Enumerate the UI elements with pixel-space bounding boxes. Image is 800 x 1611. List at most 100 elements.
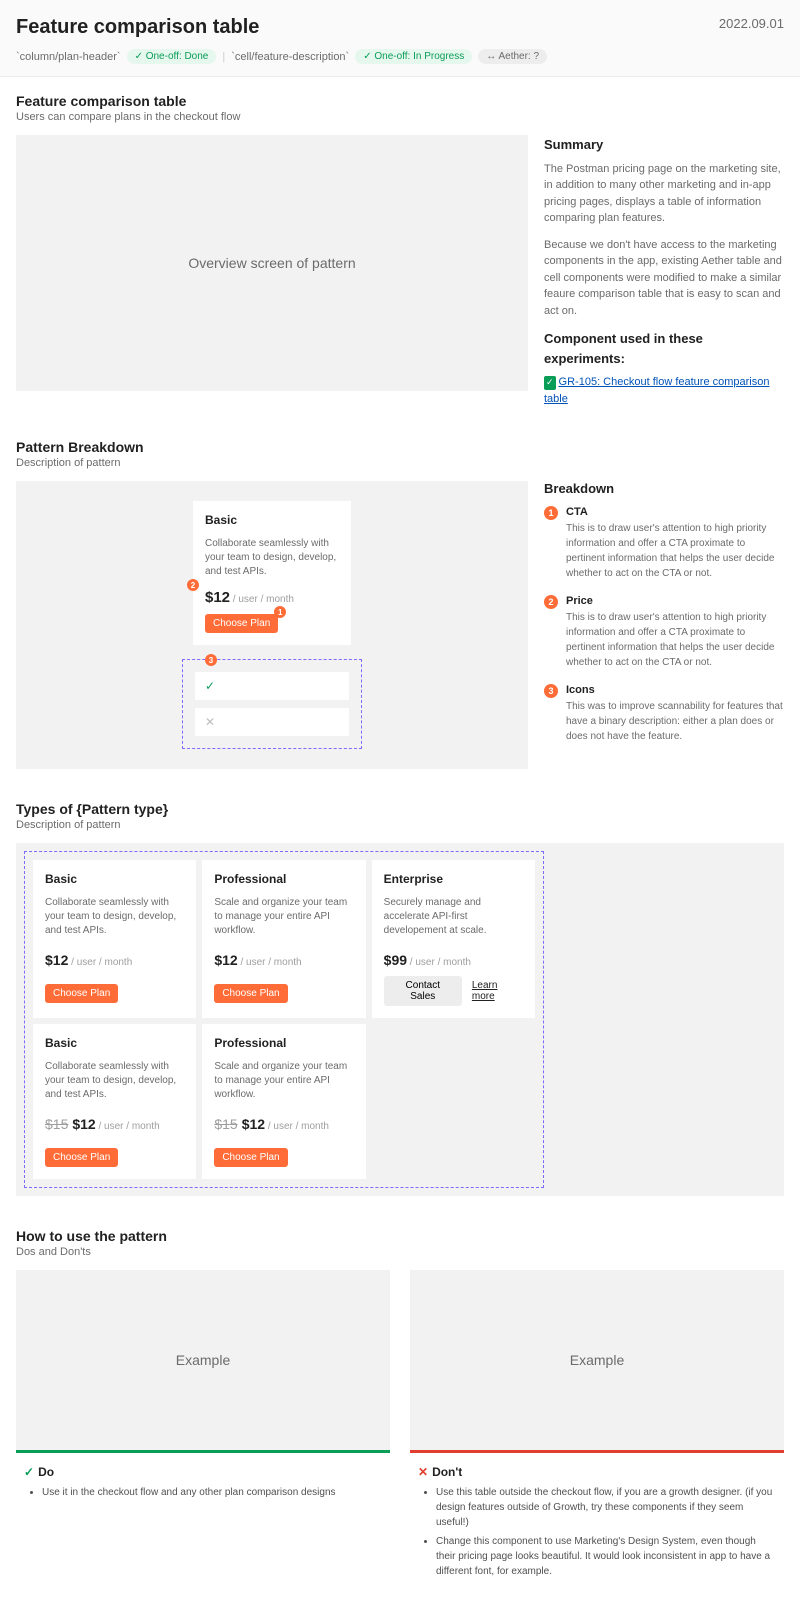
type-card-basic-discount: Basic Collaborate seamlessly with your t… xyxy=(33,1024,196,1179)
learn-more-link[interactable]: Learn more xyxy=(472,980,523,1002)
plan-card: Basic Collaborate seamlessly with your t… xyxy=(193,501,351,645)
bd-title: Icons xyxy=(566,684,784,696)
choose-plan-button[interactable]: Choose Plan xyxy=(45,984,118,1003)
section-heading: Types of {Pattern type} xyxy=(16,801,784,817)
page-date: 2022.09.01 xyxy=(719,16,784,31)
status-pill-unknown: ↔ Aether: ? xyxy=(478,49,547,64)
plan-unit: / user / month xyxy=(265,1121,329,1132)
plan-price: $12 xyxy=(242,1116,265,1132)
page-header: Feature comparison table 2022.09.01 `col… xyxy=(0,0,800,77)
plan-name: Enterprise xyxy=(384,872,523,886)
overview-placeholder: Overview screen of pattern xyxy=(16,135,528,391)
summary-p1: The Postman pricing page on the marketin… xyxy=(544,161,784,227)
section-heading: Pattern Breakdown xyxy=(16,439,784,455)
plan-name: Basic xyxy=(205,513,339,527)
feature-row-no: ✕ xyxy=(195,708,349,736)
breakdown-num-icon: 2 xyxy=(544,595,558,609)
summary-panel: Summary The Postman pricing page on the … xyxy=(544,135,784,407)
choose-plan-button[interactable]: Choose Plan xyxy=(214,984,287,1003)
plan-desc: Scale and organize your team to manage y… xyxy=(214,1060,353,1102)
annotation-3: 3 xyxy=(205,654,217,666)
plan-desc: Collaborate seamlessly with your team to… xyxy=(45,1060,184,1102)
contact-sales-button[interactable]: Contact Sales xyxy=(384,976,462,1006)
code-tag: `cell/feature-description` xyxy=(231,51,349,63)
status-pill-progress: ✓ One-off: In Progress xyxy=(355,49,472,64)
plan-desc: Collaborate seamlessly with your team to… xyxy=(205,537,339,579)
tags-row: `column/plan-header` ✓ One-off: Done | `… xyxy=(16,49,784,64)
plan-desc: Collaborate seamlessly with your team to… xyxy=(45,896,184,938)
section-sub: Description of pattern xyxy=(16,819,784,831)
breakdown-heading: Breakdown xyxy=(544,481,784,496)
divider: | xyxy=(222,51,225,63)
experiment-link[interactable]: GR-105: Checkout flow feature comparison… xyxy=(544,376,769,405)
plan-price: $12 xyxy=(205,589,230,606)
breakdown-section: Pattern Breakdown Description of pattern… xyxy=(0,423,800,785)
annotation-2: 2 xyxy=(187,579,199,591)
plan-price: $12 xyxy=(72,1116,95,1132)
plan-unit: / user / month xyxy=(407,957,471,968)
old-price: $15 xyxy=(214,1116,237,1132)
feature-row-yes: ✓ xyxy=(195,672,349,700)
old-price: $15 xyxy=(45,1116,68,1132)
dont-item: Change this component to use Marketing's… xyxy=(436,1534,776,1579)
choose-plan-button[interactable]: Choose Plan xyxy=(45,1148,118,1167)
summary-heading: Summary xyxy=(544,135,784,155)
code-tag: `column/plan-header` xyxy=(16,51,121,63)
plan-unit: / user / month xyxy=(230,594,294,605)
breakdown-item: 1 CTA This is to draw user's attention to… xyxy=(544,506,784,581)
do-heading: Do xyxy=(38,1465,54,1479)
plan-price: $99 xyxy=(384,952,407,968)
section-sub: Description of pattern xyxy=(16,457,784,469)
type-card-basic: Basic Collaborate seamlessly with your t… xyxy=(33,860,196,1018)
breakdown-preview: Basic Collaborate seamlessly with your t… xyxy=(16,481,528,769)
bd-desc: This is to draw user's attention to high… xyxy=(566,610,784,670)
plan-name: Professional xyxy=(214,1036,353,1050)
types-grid: Basic Collaborate seamlessly with your t… xyxy=(24,851,544,1188)
plan-price: $12 xyxy=(214,952,237,968)
plan-unit: / user / month xyxy=(68,957,132,968)
check-emoji-icon: ✓ xyxy=(544,376,556,390)
annotation-1: 1 xyxy=(274,606,286,618)
example-placeholder: Example xyxy=(410,1270,784,1450)
plan-name: Basic xyxy=(45,872,184,886)
howto-section: How to use the pattern Dos and Don'ts Ex… xyxy=(0,1212,800,1611)
check-icon: ✓ xyxy=(205,679,215,693)
breakdown-item: 2 Price This is to draw user's attention … xyxy=(544,595,784,670)
example-placeholder: Example xyxy=(16,1270,390,1450)
bd-desc: This is to draw user's attention to high… xyxy=(566,521,784,581)
choose-plan-button[interactable]: Choose Plan xyxy=(214,1148,287,1167)
bd-title: Price xyxy=(566,595,784,607)
plan-price: $12 xyxy=(45,952,68,968)
breakdown-item: 3 IconsThis was to improve scannability … xyxy=(544,684,784,744)
do-item: Use it in the checkout flow and any othe… xyxy=(42,1485,382,1500)
type-card-professional-discount: Professional Scale and organize your tea… xyxy=(202,1024,365,1179)
section-sub: Users can compare plans in the checkout … xyxy=(16,111,784,123)
page-title: Feature comparison table xyxy=(16,16,259,39)
section-sub: Dos and Don'ts xyxy=(16,1246,784,1258)
choose-plan-button[interactable]: Choose Plan xyxy=(205,614,278,633)
bd-title: CTA xyxy=(566,506,784,518)
dont-column: Example ✕ Don't Use this table outside th… xyxy=(410,1270,784,1595)
dont-item: Use this table outside the checkout flow… xyxy=(436,1485,776,1530)
type-card-enterprise: Enterprise Securely manage and accelerat… xyxy=(372,860,535,1018)
icon-preview-box: 3 ✓ ✕ xyxy=(182,659,362,749)
dont-heading: Don't xyxy=(432,1465,462,1479)
experiments-heading: Component used in these experiments: xyxy=(544,329,784,368)
plan-name: Basic xyxy=(45,1036,184,1050)
status-pill-done: ✓ One-off: Done xyxy=(127,49,217,64)
breakdown-num-icon: 3 xyxy=(544,684,558,698)
intro-section: Feature comparison table Users can compa… xyxy=(0,77,800,423)
section-heading: Feature comparison table xyxy=(16,93,784,109)
breakdown-num-icon: 1 xyxy=(544,506,558,520)
check-icon: ✓ xyxy=(24,1465,34,1479)
breakdown-list: Breakdown 1 CTA This is to draw user's at… xyxy=(544,481,784,769)
types-section: Types of {Pattern type} Description of p… xyxy=(0,785,800,1212)
section-heading: How to use the pattern xyxy=(16,1228,784,1244)
x-icon: ✕ xyxy=(418,1465,428,1479)
do-column: Example ✓ Do Use it in the checkout flow … xyxy=(16,1270,390,1595)
plan-unit: / user / month xyxy=(96,1121,160,1132)
plan-name: Professional xyxy=(214,872,353,886)
summary-p2: Because we don't have access to the mark… xyxy=(544,237,784,320)
x-icon: ✕ xyxy=(205,715,215,729)
plan-desc: Scale and organize your team to manage y… xyxy=(214,896,353,938)
